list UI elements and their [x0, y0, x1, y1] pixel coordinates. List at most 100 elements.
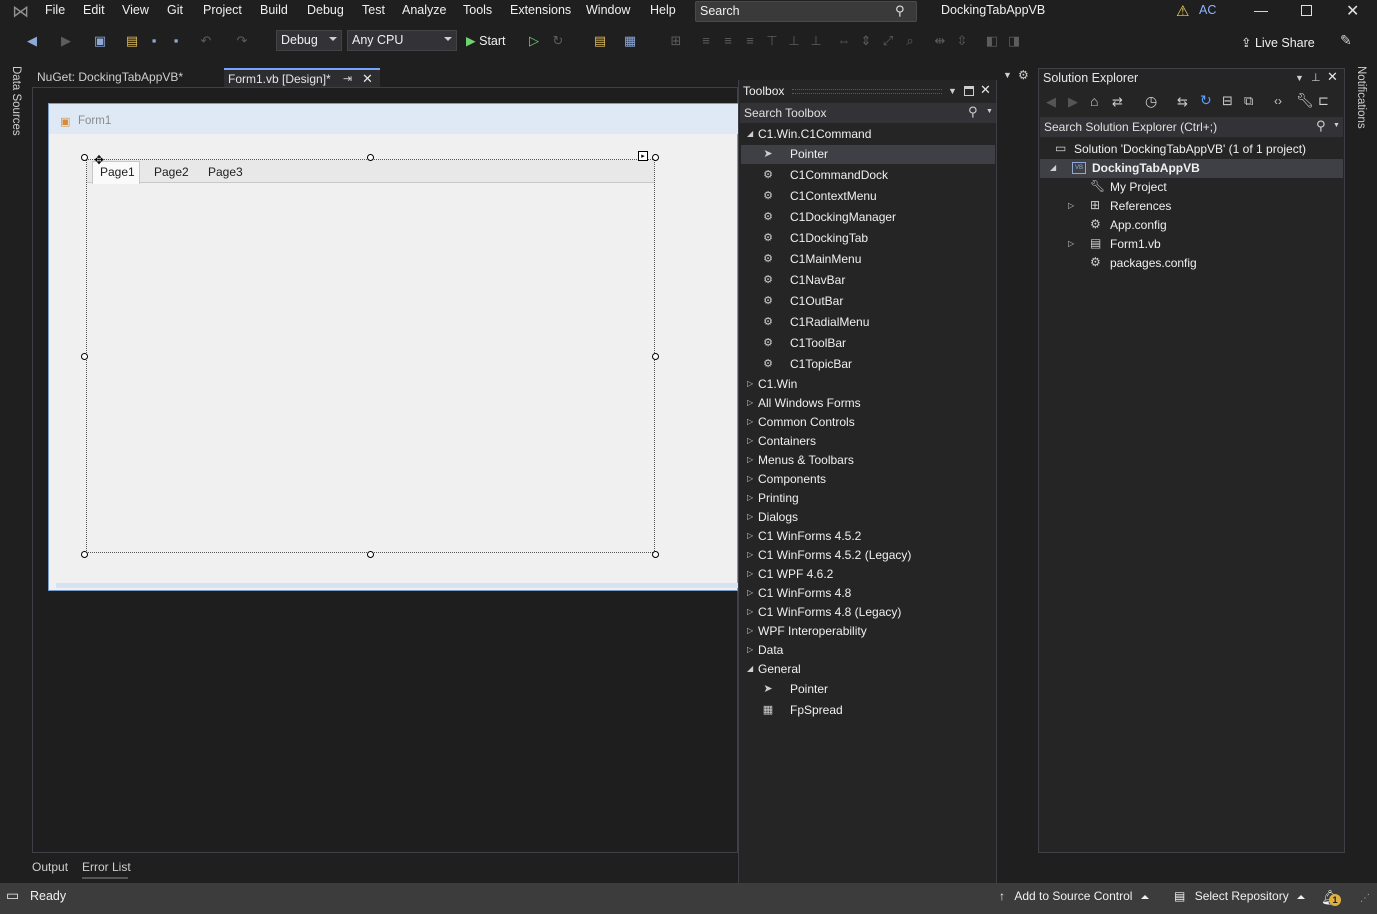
start-button[interactable]: ▶ Start — [466, 33, 506, 48]
align-to-grid-icon[interactable]: ⊞ — [668, 33, 684, 49]
menu-help[interactable]: Help — [650, 3, 676, 17]
align-centers-icon[interactable]: ≡ — [720, 33, 736, 49]
tab-form1-design[interactable]: Form1.vb [Design]* ⇥ ✕ — [224, 68, 380, 87]
layout-icon[interactable]: ▦ — [622, 33, 638, 49]
platform-dropdown[interactable]: Any CPU — [347, 30, 457, 51]
toolbox-group[interactable]: ▷ C1 WinForms 4.8 (Legacy) — [741, 603, 995, 622]
chevron-down-icon[interactable]: ▼ — [1295, 73, 1304, 83]
bring-to-front-icon[interactable]: ◧ — [984, 33, 1000, 49]
show-all-files-icon[interactable]: ⧉ — [1244, 93, 1253, 109]
data-sources-tab[interactable]: Data Sources — [10, 66, 22, 136]
output-window-icon[interactable]: ▭ — [6, 887, 19, 904]
toolbox-item[interactable]: ⚙ C1OutBar — [741, 292, 995, 311]
toolbox-group-general[interactable]: ◢ General — [741, 660, 995, 679]
chevron-down-icon[interactable]: ▼ — [1333, 122, 1340, 129]
sync-icon[interactable]: ⇆ — [1177, 94, 1188, 110]
save-icon[interactable]: ▪ — [146, 33, 162, 49]
toolbox-item[interactable]: ➤ Pointer — [741, 145, 995, 164]
toolbox-group[interactable]: ▷ Printing — [741, 489, 995, 508]
tab-page3[interactable]: Page3 — [208, 165, 243, 179]
toolbox-item[interactable]: ⚙ C1CommandDock — [741, 166, 995, 185]
resize-handle-top-left[interactable] — [81, 154, 88, 161]
toolbox-group[interactable]: ▷ WPF Interoperability — [741, 622, 995, 641]
solution-node[interactable]: ▭ Solution 'DockingTabAppVB' (1 of 1 pro… — [1040, 140, 1343, 159]
minimize-icon[interactable]: — — [1254, 2, 1268, 18]
menu-project[interactable]: Project — [203, 3, 242, 17]
toolbox-group[interactable]: ▷ C1.Win — [741, 375, 995, 394]
toolbox-group[interactable]: ▷ Data — [741, 641, 995, 660]
open-folder-icon[interactable]: ▤ — [124, 33, 140, 49]
se-forward-icon[interactable]: ▶ — [1068, 94, 1078, 110]
new-project-icon[interactable]: ▣ — [92, 33, 108, 49]
chevron-down-icon[interactable]: ▼ — [948, 86, 957, 96]
toolbox-group-c1command[interactable]: ◢ C1.Win.C1Command — [741, 125, 995, 144]
resize-handle-bottom[interactable] — [367, 551, 374, 558]
toolbox-group[interactable]: ▷ Components — [741, 470, 995, 489]
toolbox-item[interactable]: ⚙ C1DockingManager — [741, 208, 995, 227]
view-code-icon[interactable]: ‹› — [1274, 94, 1282, 108]
solution-search-input[interactable]: Search Solution Explorer (Ctrl+;) ⚲ ▼ — [1040, 117, 1343, 137]
feedback-icon[interactable]: ✎ — [1340, 32, 1352, 49]
collapse-all-icon[interactable]: ⊟ — [1222, 93, 1233, 109]
vertical-spacing-icon[interactable]: ⇳ — [954, 33, 970, 49]
resize-handle-left[interactable] — [81, 353, 88, 360]
notifications-tab[interactable]: Notifications — [1355, 66, 1367, 129]
menu-tools[interactable]: Tools — [463, 3, 492, 17]
maximize-icon[interactable] — [1301, 5, 1312, 16]
tab-overflow-icon[interactable]: ▼ — [1003, 70, 1012, 80]
align-middles-icon[interactable]: ⊥ — [786, 33, 802, 49]
menu-test[interactable]: Test — [362, 3, 385, 17]
resize-handle-bottom-left[interactable] — [81, 551, 88, 558]
hot-reload-icon[interactable]: ↻ — [550, 33, 566, 49]
search-box[interactable]: Search ⚲ — [695, 1, 917, 22]
move-handle-icon[interactable]: ✥ — [94, 153, 104, 167]
close-icon[interactable]: ✕ — [1346, 1, 1359, 21]
toolbox-item[interactable]: ⚙ C1RadialMenu — [741, 313, 995, 332]
toolbox-group[interactable]: ▷ Menus & Toolbars — [741, 451, 995, 470]
undo-icon[interactable]: ↶ — [198, 33, 214, 49]
close-panel-icon[interactable]: ✕ — [1327, 69, 1338, 85]
settings-gear-icon[interactable]: ⚙ — [1018, 68, 1029, 82]
toolbox-group[interactable]: ▷ Containers — [741, 432, 995, 451]
toolbox-item[interactable]: ⚙ C1TopicBar — [741, 355, 995, 374]
menu-view[interactable]: View — [122, 3, 149, 17]
tab-error-list[interactable]: Error List — [82, 860, 131, 874]
toolbox-group[interactable]: ▷ C1 WinForms 4.8 — [741, 584, 995, 603]
docking-tab-control[interactable] — [86, 159, 655, 553]
redo-icon[interactable]: ↷ — [234, 33, 250, 49]
toolbox-group[interactable]: ▷ All Windows Forms — [741, 394, 995, 413]
pin-icon[interactable]: ⊥ — [1311, 71, 1321, 84]
align-lefts-icon[interactable]: ≡ — [698, 33, 714, 49]
toolbox-group[interactable]: ▷ C1 WinForms 4.5.2 (Legacy) — [741, 546, 995, 565]
toolbox-item-pointer-general[interactable]: ➤ Pointer — [741, 680, 995, 699]
live-share-button[interactable]: ⇪ Live Share — [1241, 35, 1315, 50]
close-tab-icon[interactable]: ✕ — [362, 71, 373, 87]
pin-icon[interactable]: ⇥ — [343, 72, 352, 85]
preview-icon[interactable]: ⊏ — [1318, 93, 1329, 109]
maximize-panel-icon[interactable] — [964, 86, 974, 96]
tab-page2[interactable]: Page2 — [154, 165, 189, 179]
menu-file[interactable]: File — [45, 3, 65, 17]
pending-changes-icon[interactable]: ◷ — [1145, 93, 1157, 110]
toolbox-item[interactable]: ⚙ C1DockingTab — [741, 229, 995, 248]
toolbox-search-input[interactable]: Search Toolbox ⚲ ▼ — [740, 103, 996, 123]
menu-analyze[interactable]: Analyze — [402, 3, 446, 17]
save-all-icon[interactable]: ▪ — [168, 33, 184, 49]
tree-item-form1[interactable]: ▷ ▤ Form1.vb — [1040, 235, 1343, 254]
toolbox-group[interactable]: ▷ Dialogs — [741, 508, 995, 527]
account-avatar[interactable]: AC — [1199, 3, 1216, 17]
tree-item-app-config[interactable]: ⚙ App.config — [1040, 216, 1343, 235]
close-panel-icon[interactable]: ✕ — [980, 82, 991, 98]
send-to-back-icon[interactable]: ◨ — [1006, 33, 1022, 49]
configuration-dropdown[interactable]: Debug — [276, 30, 342, 51]
forward-icon[interactable]: ▶ — [58, 33, 74, 49]
align-rights-icon[interactable]: ≡ — [742, 33, 758, 49]
toolbox-item[interactable]: ⚙ C1MainMenu — [741, 250, 995, 269]
make-same-height-icon[interactable]: ⇕ — [858, 33, 874, 49]
back-icon[interactable]: ◀ — [24, 33, 40, 49]
start-without-debugging-icon[interactable]: ▷ — [526, 33, 542, 49]
toolbox-group[interactable]: ▷ Common Controls — [741, 413, 995, 432]
se-back-icon[interactable]: ◀ — [1046, 94, 1056, 110]
menu-edit[interactable]: Edit — [83, 3, 105, 17]
switch-views-icon[interactable]: ⇄ — [1112, 94, 1123, 110]
